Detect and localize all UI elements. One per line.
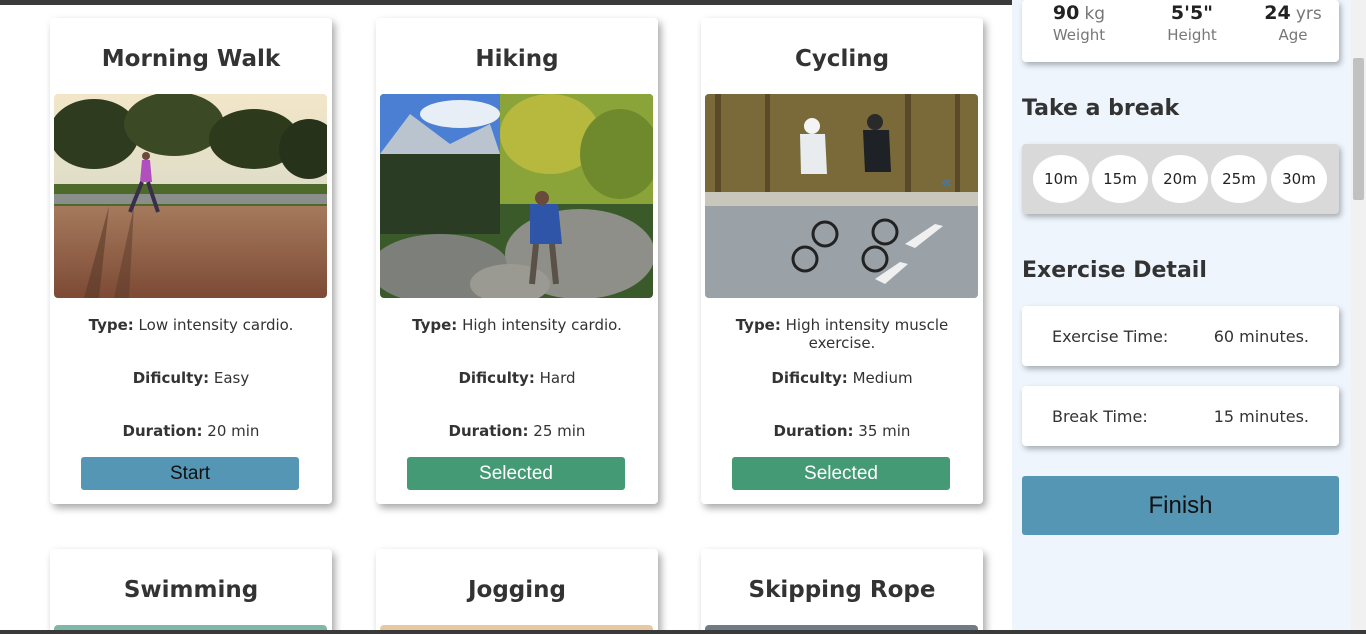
break-time-value: 15 minutes.	[1213, 407, 1309, 426]
start-button[interactable]: Start	[81, 457, 299, 490]
svg-text:«: «	[941, 172, 952, 193]
card-title: Swimming	[123, 577, 259, 603]
exercise-card-morning-walk: Morning Walk Type: Low intensity cardio.…	[50, 18, 332, 504]
finish-button[interactable]: Finish	[1022, 476, 1339, 535]
height-stat: 5'5" Height	[1167, 2, 1217, 44]
break-option-10m[interactable]: 10m	[1033, 155, 1089, 203]
duration-line: Duration: 20 min	[122, 422, 260, 440]
weight-stat: 90 kg Weight	[1052, 2, 1106, 44]
card-title: Morning Walk	[101, 46, 281, 72]
scrollbar-thumb[interactable]	[1353, 58, 1364, 200]
card-title: Hiking	[475, 46, 559, 72]
exercise-time-box: Exercise Time: 60 minutes.	[1022, 306, 1339, 366]
break-time-box: Break Time: 15 minutes.	[1022, 386, 1339, 446]
take-a-break-title: Take a break	[1022, 96, 1180, 121]
duration-line: Duration: 35 min	[773, 422, 911, 440]
break-option-15m[interactable]: 15m	[1092, 155, 1148, 203]
age-stat: 24 yrs Age	[1264, 2, 1322, 44]
exercise-detail-title: Exercise Detail	[1022, 258, 1207, 283]
difficulty-line: Dificulty: Easy	[132, 369, 250, 387]
exercise-card-skipping-rope: Skipping Rope	[701, 549, 983, 634]
bottom-border	[0, 630, 1366, 634]
duration-line: Duration: 25 min	[448, 422, 586, 440]
exercise-time-label: Exercise Time:	[1052, 327, 1169, 346]
difficulty-line: Dificulty: Hard	[458, 369, 576, 387]
card-title: Skipping Rope	[748, 577, 936, 603]
profile-stats: 90 kg Weight 5'5" Height 24 yrs Age	[1022, 0, 1339, 62]
type-line: Type: Low intensity cardio.	[88, 316, 294, 334]
exercise-card-cycling: Cycling « Type: High intensity muscle ex…	[701, 18, 983, 504]
type-line: Type: High intensity cardio.	[412, 316, 622, 334]
break-option-30m[interactable]: 30m	[1271, 155, 1327, 203]
exercise-card-jogging: Jogging	[376, 549, 658, 634]
selected-button[interactable]: Selected	[732, 457, 950, 490]
exercise-card-hiking: Hiking Type: High intensity cardio. Difi…	[376, 18, 658, 504]
break-time-label: Break Time:	[1052, 407, 1148, 426]
break-options: 10m 15m 20m 25m 30m	[1022, 144, 1339, 214]
difficulty-line: Dificulty: Medium	[771, 369, 913, 387]
cycling-image: «	[705, 94, 978, 298]
break-option-20m[interactable]: 20m	[1152, 155, 1208, 203]
card-title: Jogging	[467, 577, 566, 603]
exercise-time-value: 60 minutes.	[1213, 327, 1309, 346]
exercise-card-swimming: Swimming	[50, 549, 332, 634]
selected-button[interactable]: Selected	[407, 457, 625, 490]
hiking-image	[380, 94, 653, 298]
type-line: Type: High intensity muscle exercise.	[735, 316, 949, 352]
break-option-25m[interactable]: 25m	[1211, 155, 1267, 203]
morning-walk-image	[54, 94, 327, 298]
card-title: Cycling	[794, 46, 890, 72]
